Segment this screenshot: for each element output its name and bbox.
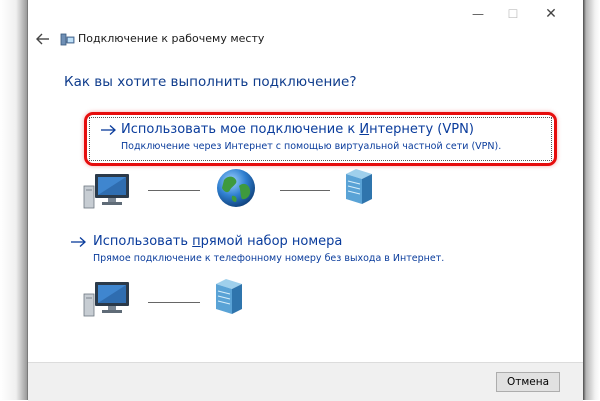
close-button[interactable]: ✕ xyxy=(528,0,574,28)
vpn-title-access-key: И xyxy=(359,122,370,137)
dialup-option-description: Прямое подключение к телефонному номеру … xyxy=(93,253,445,264)
dialup-title-access-key: п xyxy=(192,234,201,249)
arrow-right-icon xyxy=(101,125,116,135)
window-frame-right xyxy=(583,0,600,400)
server-icon xyxy=(346,169,372,204)
vpn-option-title[interactable]: Использовать мое подключение к Интернету… xyxy=(121,122,474,137)
dialup-title-text: Использовать xyxy=(93,234,193,249)
minimize-icon: — xyxy=(472,7,484,21)
dialog-window: — ☐ ✕ Подключение к рабочему месту Как в… xyxy=(28,0,583,401)
cancel-button[interactable]: Отмена xyxy=(496,372,560,392)
close-icon: ✕ xyxy=(545,6,557,22)
connection-line xyxy=(148,302,200,303)
computer-icon xyxy=(83,174,129,209)
maximize-icon: ☐ xyxy=(507,7,519,21)
network-icon xyxy=(60,33,75,46)
back-arrow-icon[interactable] xyxy=(34,30,52,48)
globe-icon xyxy=(217,169,255,207)
server-icon xyxy=(216,279,242,314)
page-question: Как вы хотите выполнить подключение? xyxy=(64,74,357,90)
vpn-title-text: Использовать мое подключение к xyxy=(121,122,360,137)
vpn-option-description: Подключение через Интернет с помощью вир… xyxy=(121,141,502,152)
dialup-title-text-end: рямой набор номера xyxy=(200,234,343,249)
connection-line xyxy=(148,190,200,191)
computer-icon xyxy=(83,282,129,317)
arrow-right-icon xyxy=(71,237,86,247)
window-title: Подключение к рабочему месту xyxy=(78,32,265,45)
vpn-title-text-end: нтернету (VPN) xyxy=(369,122,474,137)
dialup-option-title[interactable]: Использовать прямой набор номера xyxy=(93,234,342,249)
connection-line xyxy=(280,190,330,191)
window-frame-left xyxy=(0,0,28,400)
